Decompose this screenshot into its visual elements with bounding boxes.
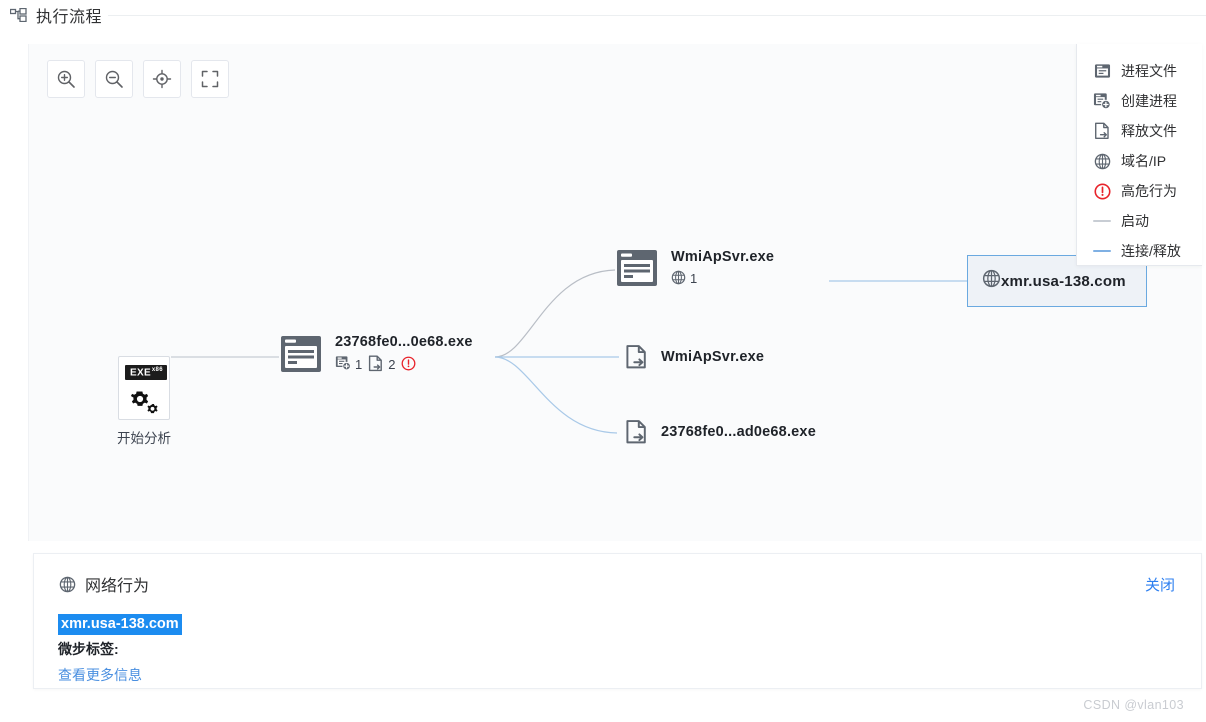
node-child-process-label: WmiApSvr.exe <box>671 248 775 265</box>
node-main-process[interactable]: 23768fe0...0e68.exe 1 2 <box>279 332 473 376</box>
legend-item-create-process[interactable]: 创建进程 <box>1077 86 1202 116</box>
legend-item-domain-ip[interactable]: 域名/IP <box>1077 146 1202 176</box>
legend-item-danger[interactable]: 高危行为 <box>1077 176 1202 206</box>
drop-file-icon <box>625 344 649 370</box>
globe-icon <box>982 269 1001 293</box>
node-domain-label: xmr.usa-138.com <box>1001 272 1126 290</box>
badge-drop-file: 2 <box>368 355 395 375</box>
node-child-process-text: WmiApSvr.exe 1 <box>671 249 774 288</box>
selected-host-value[interactable]: xmr.usa-138.com <box>58 614 182 635</box>
legend-item-label: 释放文件 <box>1121 123 1177 139</box>
legend-item-label: 高危行为 <box>1121 183 1177 199</box>
node-dropped-file-2[interactable]: 23768fe0...ad0e68.exe <box>625 419 816 445</box>
badge-danger <box>401 356 416 374</box>
legend-item-label: 域名/IP <box>1121 153 1167 169</box>
network-behavior-panel: 网络行为 关闭 xmr.usa-138.com 微步标签: 查看更多信息 <box>33 553 1202 689</box>
badge-domain: 1 <box>671 270 697 288</box>
danger-icon <box>1093 182 1111 200</box>
node-dropped-file-1-text: WmiApSvr.exe <box>661 349 764 365</box>
legend-item-connect-release[interactable]: 连接/释放 <box>1077 236 1202 266</box>
legend-item-label: 启动 <box>1121 213 1149 229</box>
globe-icon <box>671 270 686 288</box>
node-child-process[interactable]: WmiApSvr.exe 1 <box>615 246 774 290</box>
drop-file-icon <box>625 419 649 445</box>
legend-item-drop-file[interactable]: 释放文件 <box>1077 116 1202 146</box>
panel-title: 网络行为 <box>85 578 150 595</box>
process-file-icon <box>279 332 323 376</box>
create-process-icon <box>1093 92 1111 110</box>
node-main-process-label: 23768fe0...0e68.exe <box>335 333 473 350</box>
app-root: 执行流程 EXEx86 开始分析 23768fe0...0e68.exe 1 2… <box>0 0 1206 722</box>
node-main-process-text: 23768fe0...0e68.exe 1 2 <box>335 334 473 375</box>
panel-header: 网络行为 <box>34 554 1201 596</box>
node-main-process-badges: 1 2 <box>335 355 473 375</box>
globe-icon <box>58 575 76 593</box>
page-title: 执行流程 <box>36 9 103 26</box>
legend-item-launch[interactable]: 启动 <box>1077 206 1202 236</box>
flow-canvas[interactable]: EXEx86 开始分析 23768fe0...0e68.exe 1 2 WmiA… <box>28 44 1202 541</box>
node-dropped-file-1[interactable]: WmiApSvr.exe <box>625 344 764 370</box>
line-blue-icon <box>1093 242 1111 260</box>
close-panel-button[interactable]: 关闭 <box>1145 574 1175 595</box>
drop-file-icon <box>368 355 384 375</box>
danger-icon <box>401 356 416 374</box>
node-dropped-file-2-text: 23768fe0...ad0e68.exe <box>661 424 816 440</box>
create-process-icon <box>335 355 351 374</box>
exe-chip: EXEx86 <box>125 365 167 381</box>
drop-file-icon <box>1093 122 1111 140</box>
exe-gears-icon: EXEx86 <box>118 356 170 420</box>
legend-item-label: 进程文件 <box>1121 63 1177 79</box>
threat-tag-label: 微步标签: <box>58 641 119 657</box>
legend-item-label: 创建进程 <box>1121 93 1177 109</box>
node-start-label: 开始分析 <box>117 431 171 446</box>
legend-item-label: 连接/释放 <box>1121 243 1181 259</box>
node-domain-text: xmr.usa-138.com <box>1001 273 1126 290</box>
globe-icon <box>1093 152 1111 170</box>
view-more-link[interactable]: 查看更多信息 <box>58 665 1201 685</box>
badge-drop-file-count: 2 <box>388 357 396 372</box>
badge-domain-count: 1 <box>690 271 698 286</box>
panel-body: xmr.usa-138.com 微步标签: 查看更多信息 <box>34 596 1201 685</box>
node-dropped-file-2-label: 23768fe0...ad0e68.exe <box>661 424 816 440</box>
watermark: CSDN @vlan103 <box>1083 698 1184 712</box>
badge-create-process: 1 <box>335 355 362 374</box>
node-dropped-file-1-label: WmiApSvr.exe <box>661 349 765 365</box>
legend-item-process-file[interactable]: 进程文件 <box>1077 56 1202 86</box>
node-start[interactable]: EXEx86 开始分析 <box>113 356 175 447</box>
badge-create-process-count: 1 <box>355 357 363 372</box>
line-gray-icon <box>1093 212 1111 230</box>
legend-panel: 进程文件 创建进程 释放文件 域名/IP 高危行为 启动 连接/释放 <box>1076 44 1202 266</box>
edge-main-to-dropped-2 <box>494 356 618 434</box>
process-file-icon <box>1093 62 1111 80</box>
header-divider <box>108 15 1206 16</box>
process-file-icon <box>615 246 659 290</box>
section-header: 执行流程 <box>0 0 1206 30</box>
node-child-process-badges: 1 <box>671 270 774 288</box>
edge-main-to-child-process <box>494 269 616 358</box>
sitemap-icon <box>8 5 28 25</box>
